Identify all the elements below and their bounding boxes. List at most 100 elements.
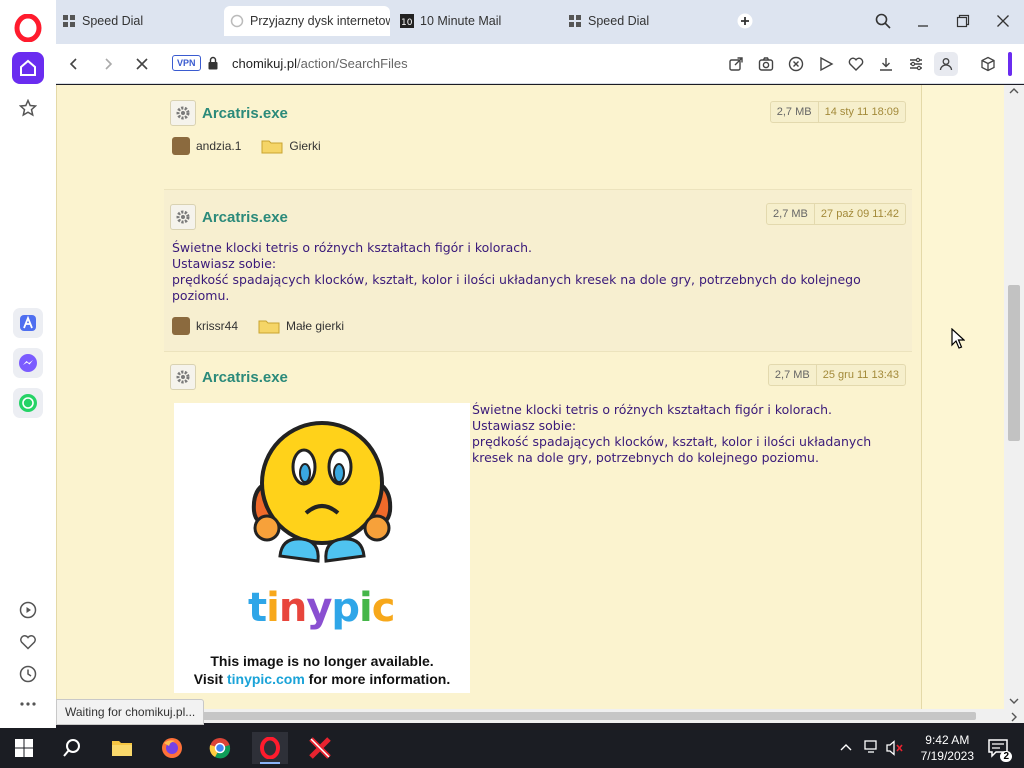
sidebar-messenger-button[interactable] (13, 348, 43, 378)
taskbar-firefox[interactable] (154, 732, 190, 764)
windows-taskbar: 9:42 AM 7/19/2023 2 (0, 728, 1024, 768)
share-icon (729, 57, 743, 71)
minimize-icon (918, 25, 928, 27)
adblock-button[interactable] (786, 54, 806, 74)
tinypic-link[interactable]: tinypic.com (227, 671, 305, 687)
windows-logo-icon (15, 739, 33, 757)
easy-setup-button[interactable] (906, 54, 926, 74)
sidebar-home-button[interactable] (12, 52, 44, 84)
restore-icon (956, 14, 970, 28)
scroll-thumb[interactable] (1008, 285, 1020, 441)
taskbar-opera[interactable] (252, 732, 288, 764)
bookmark-button[interactable] (846, 54, 866, 74)
extensions-button[interactable] (978, 54, 998, 74)
tab-speed-dial-2[interactable]: Speed Dial (562, 6, 728, 36)
file-date: 14 sty 11 18:09 (817, 102, 905, 122)
notifications-button[interactable]: 2 (980, 732, 1016, 764)
file-date: 27 paź 09 11:42 (813, 204, 905, 224)
volume-muted-icon[interactable] (886, 740, 904, 756)
close-icon (136, 58, 148, 70)
stop-loading-button[interactable] (130, 52, 154, 76)
snapshot-button[interactable] (756, 54, 776, 74)
sidebar-bookmarks-button[interactable] (12, 92, 44, 124)
owner-link[interactable]: krissr44 (196, 319, 238, 333)
description-line: prędkość spadających klocków, kształt, k… (472, 434, 872, 449)
share-button[interactable] (726, 54, 746, 74)
visit-suffix: for more information. (304, 671, 451, 687)
owner-link[interactable]: andzia.1 (196, 139, 241, 153)
image-visit-text: Visit tinypic.com for more information. (174, 671, 470, 687)
tray-chevron-up-icon[interactable] (840, 742, 852, 752)
file-name-link[interactable]: Arcatris.exe (202, 369, 288, 386)
url-field[interactable]: chomikuj.pl/action/SearchFiles (232, 56, 408, 71)
file-size: 2,7 MB (774, 369, 810, 381)
send-button[interactable] (816, 54, 836, 74)
file-header: Arcatris.exe (170, 364, 288, 390)
heart-icon (20, 635, 36, 650)
back-button[interactable] (62, 52, 86, 76)
file-date: 25 gru 11 13:43 (815, 365, 905, 385)
vertical-scrollbar[interactable] (1004, 85, 1024, 709)
profile-button[interactable] (934, 52, 958, 76)
opera-logo-icon[interactable] (14, 14, 42, 42)
scroll-up-icon[interactable] (1009, 87, 1019, 95)
home-icon (20, 59, 36, 76)
file-name-link[interactable]: Arcatris.exe (202, 209, 288, 226)
description-line: poziomu. (172, 288, 230, 303)
forward-button[interactable] (96, 52, 120, 76)
whatsapp-icon (19, 394, 37, 412)
file-name-link[interactable]: Arcatris.exe (202, 105, 288, 122)
restore-button[interactable] (948, 8, 978, 34)
file-meta: 2,7 MB 14 sty 11 18:09 (769, 101, 906, 123)
x-app-icon (309, 737, 331, 759)
lock-icon[interactable] (208, 56, 218, 70)
start-button[interactable] (6, 732, 42, 764)
file-gear-icon[interactable] (170, 100, 196, 126)
tab-chomikuj[interactable]: Przyjazny dysk internetow (224, 6, 390, 36)
folder-icon (258, 320, 280, 334)
close-window-button[interactable] (988, 8, 1018, 34)
minimize-button[interactable] (908, 8, 938, 34)
sidebar-player-button[interactable] (12, 594, 44, 626)
notification-count: 2 (1000, 751, 1012, 762)
heart-icon (848, 57, 864, 71)
address-bar: VPN chomikuj.pl/action/SearchFiles (56, 44, 1024, 84)
sidebar-indicator (1008, 52, 1012, 76)
vpn-badge[interactable]: VPN (172, 55, 201, 71)
scroll-down-icon[interactable] (1009, 697, 1019, 705)
speed-dial-icon (569, 15, 581, 27)
camera-icon (758, 57, 774, 71)
sidebar-whatsapp-button[interactable] (13, 388, 43, 418)
folder-icon (261, 140, 283, 154)
network-icon[interactable] (864, 740, 880, 754)
folder-link[interactable]: Gierki (289, 139, 320, 153)
sidebar-more-button[interactable] (12, 688, 44, 720)
tab-search-button[interactable] (868, 8, 898, 34)
sidebar-history-button[interactable] (12, 658, 44, 690)
downloads-button[interactable] (876, 54, 896, 74)
taskbar-search-button[interactable] (54, 732, 90, 764)
folder-link[interactable]: Małe gierki (286, 319, 344, 333)
taskbar-file-explorer[interactable] (104, 732, 140, 764)
system-clock[interactable]: 9:42 AM 7/19/2023 (921, 732, 974, 764)
sidebar-aria-button[interactable] (13, 308, 43, 338)
description-line: kresek na dole gry, potrzebnych do kolej… (472, 450, 819, 465)
avatar[interactable] (172, 137, 190, 155)
clock-time: 9:42 AM (925, 733, 970, 747)
sidebar-favorites-button[interactable] (12, 626, 44, 658)
avatar[interactable] (172, 317, 190, 335)
tab-bar: Speed Dial Przyjazny dysk internetow 10 … (56, 0, 1024, 44)
taskbar-app-red[interactable] (302, 732, 338, 764)
tab-speed-dial-1[interactable]: Speed Dial (56, 6, 222, 36)
file-gear-icon[interactable] (170, 364, 196, 390)
scroll-right-icon[interactable] (1010, 712, 1018, 722)
new-tab-button[interactable] (730, 8, 760, 34)
file-description: Świetne klocki tetris o różnych kształta… (172, 240, 902, 304)
file-gear-icon[interactable] (170, 204, 196, 230)
tab-10-minute-mail[interactable]: 10 10 Minute Mail (394, 6, 560, 36)
tab-label: Speed Dial (588, 14, 650, 28)
file-preview-image[interactable]: tinypic This image is no longer availabl… (174, 403, 470, 693)
web-page: Arcatris.exe 2,7 MB 14 sty 11 18:09 andz… (56, 85, 1004, 709)
file-meta: 2,7 MB 25 gru 11 13:43 (767, 364, 906, 386)
taskbar-chrome[interactable] (202, 732, 238, 764)
